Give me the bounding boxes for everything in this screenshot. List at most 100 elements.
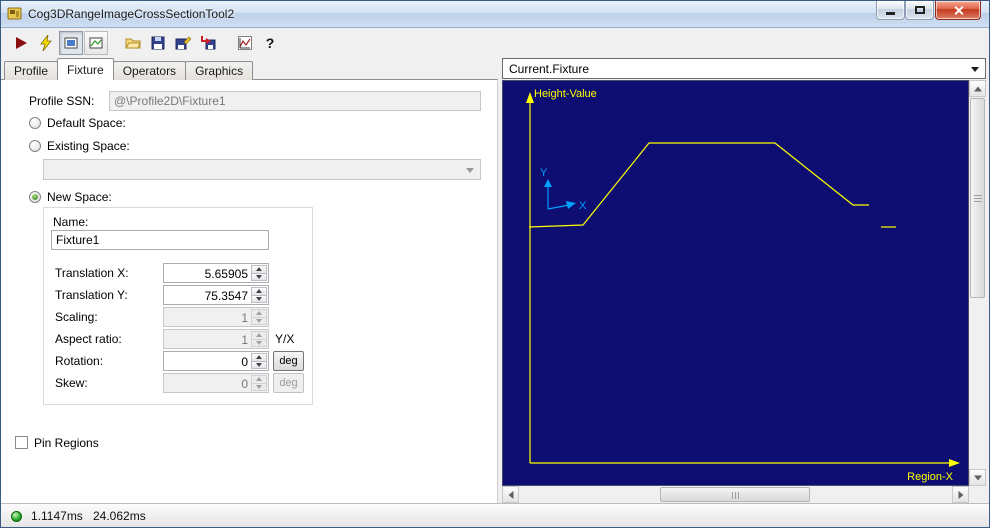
tab-operators[interactable]: Operators (112, 61, 187, 80)
name-label: Name: (53, 215, 89, 229)
spin-up-icon[interactable] (251, 265, 267, 274)
skew-label: Skew: (55, 376, 88, 390)
status-bar: 1.1147ms 24.062ms (1, 503, 989, 527)
titlebar[interactable]: Cog3DRangeImageCrossSectionTool2 (1, 1, 989, 28)
spin-down-icon (251, 339, 267, 347)
spin-down-icon[interactable] (251, 295, 267, 303)
maximize-button[interactable] (905, 1, 934, 20)
lightning-icon (40, 35, 52, 51)
tool-window: Cog3DRangeImageCrossSectionTool2 ? Profi… (0, 0, 990, 528)
chevron-down-icon (466, 168, 474, 173)
translation-y-spinner[interactable]: 75.3547 (163, 285, 269, 305)
spin-down-icon (251, 383, 267, 391)
results-graph-icon (238, 36, 252, 50)
help-icon: ? (265, 35, 275, 51)
horizontal-scroll-thumb[interactable] (660, 487, 810, 502)
import-icon (201, 36, 216, 50)
new-space-radio[interactable] (29, 191, 41, 203)
live-display-toggle[interactable] (59, 31, 83, 55)
rotation-spinner[interactable]: 0 (163, 351, 269, 371)
spin-down-icon[interactable] (251, 273, 267, 281)
spin-up-icon (251, 331, 267, 340)
y-axis-arrow-icon (526, 92, 534, 103)
profile-trace (528, 142, 869, 228)
mini-x-axis-label: X (579, 200, 587, 212)
spin-up-icon[interactable] (251, 353, 267, 362)
existing-space-label: Existing Space: (47, 139, 130, 153)
spin-down-icon (251, 317, 267, 325)
live-display-icon (64, 37, 78, 49)
scaling-spinner: 1 (163, 307, 269, 327)
skew-spinner: 0 (163, 373, 269, 393)
close-icon (953, 5, 964, 16)
window-title: Cog3DRangeImageCrossSectionTool2 (28, 7, 235, 21)
x-axis-arrow-icon (949, 459, 960, 467)
profile-graph-display[interactable]: Height-Value Region-X Y X (502, 80, 969, 486)
tab-fixture[interactable]: Fixture (57, 58, 114, 80)
electric-run-button[interactable] (34, 31, 58, 55)
existing-space-combobox (43, 159, 481, 180)
vertical-scroll-thumb[interactable] (970, 98, 985, 298)
spin-up-icon[interactable] (251, 287, 267, 296)
aspect-ratio-label: Aspect ratio: (55, 332, 122, 346)
default-space-label: Default Space: (47, 116, 126, 130)
aspect-ratio-units-label: Y/X (275, 332, 295, 346)
translation-x-label: Translation X: (55, 266, 129, 280)
scaling-label: Scaling: (55, 310, 98, 324)
mini-y-axis-label: Y (540, 167, 548, 179)
scroll-right-button[interactable] (952, 486, 969, 503)
help-button[interactable]: ? (258, 31, 282, 55)
scroll-left-button[interactable] (502, 486, 519, 503)
pin-regions-label: Pin Regions (34, 436, 99, 450)
spin-down-icon[interactable] (251, 361, 267, 369)
vertical-scrollbar[interactable] (969, 80, 986, 486)
rotation-label: Rotation: (55, 354, 104, 368)
save-as-button[interactable] (171, 31, 195, 55)
scroll-up-button[interactable] (969, 80, 986, 97)
open-button[interactable] (121, 31, 145, 55)
save-button[interactable] (146, 31, 170, 55)
close-button[interactable] (935, 1, 981, 20)
save-as-icon (175, 36, 191, 50)
mini-y-arrow-icon (544, 179, 552, 187)
horizontal-scrollbar[interactable] (502, 486, 969, 503)
maximize-icon (914, 6, 925, 14)
y-axis-label: Height-Value (534, 88, 597, 100)
profile-ssn-field: @\Profile2D\Fixture1 (109, 91, 481, 111)
save-icon (151, 36, 165, 50)
run-button[interactable] (9, 31, 33, 55)
minimize-icon (886, 12, 895, 15)
name-field[interactable]: Fixture1 (51, 230, 269, 250)
image-display-icon (89, 37, 103, 49)
image-display-button[interactable] (84, 31, 108, 55)
display-selector-combobox[interactable]: Current.Fixture (502, 58, 986, 79)
aspect-ratio-spinner: 1 (163, 329, 269, 349)
open-folder-icon (125, 38, 141, 49)
tab-profile[interactable]: Profile (4, 61, 59, 80)
window-controls (876, 1, 981, 20)
tab-graphics[interactable]: Graphics (185, 61, 254, 80)
scroll-down-button[interactable] (969, 469, 986, 486)
run-icon (16, 37, 27, 49)
pin-regions-checkbox[interactable] (15, 436, 28, 449)
import-button[interactable] (196, 31, 220, 55)
profile-graph-svg: Height-Value Region-X Y X (526, 88, 960, 483)
minimize-button[interactable] (876, 1, 905, 20)
app-icon (7, 6, 23, 22)
skew-unit-button: deg (273, 373, 304, 393)
x-axis-label: Region-X (907, 471, 954, 483)
existing-space-radio[interactable] (29, 140, 41, 152)
status-time-1: 1.1147ms (31, 509, 83, 523)
rotation-unit-button[interactable]: deg (273, 351, 304, 371)
new-space-label: New Space: (47, 190, 112, 204)
mini-x-axis-line (547, 204, 570, 210)
status-led-icon (11, 511, 22, 522)
toolbar: ? (1, 28, 989, 58)
chevron-down-icon (971, 67, 979, 72)
translation-x-spinner[interactable]: 5.65905 (163, 263, 269, 283)
default-space-radio[interactable] (29, 117, 41, 129)
tabstrip: Profile Fixture Operators Graphics (4, 58, 254, 80)
spin-up-icon (251, 375, 267, 384)
spin-up-icon (251, 309, 267, 318)
results-graph-button[interactable] (233, 31, 257, 55)
